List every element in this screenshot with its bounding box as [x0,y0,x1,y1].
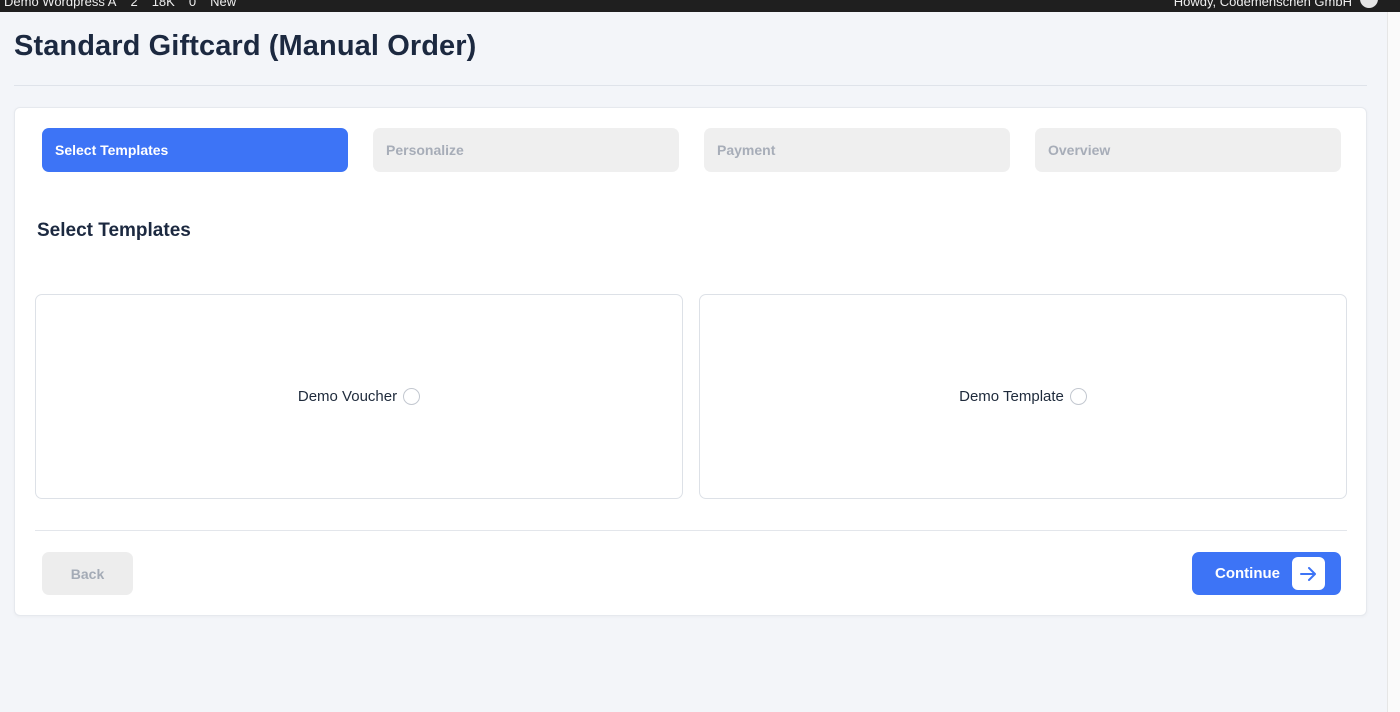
template-options: Demo Voucher Demo Template [35,294,1347,499]
step-overview[interactable]: Overview [1035,128,1341,172]
step-label: Select Templates [55,142,169,158]
template-card-demo-voucher[interactable]: Demo Voucher [35,294,683,499]
step-label: Overview [1048,142,1111,158]
section-title: Select Templates [37,220,191,241]
template-radio[interactable] [403,388,421,405]
order-wizard-card: Select Templates Personalize Payment Ove… [14,107,1367,616]
arrow-right-icon [1292,557,1325,590]
new-link[interactable]: New [210,0,236,8]
continue-button[interactable]: Continue [1192,552,1341,595]
title-divider [14,85,1367,86]
views-count[interactable]: 18K [152,0,175,8]
admin-bar: Demo Wordpress A 2 18K 0 New Howdy, Code… [0,0,1400,12]
footer-divider [35,530,1347,531]
template-card-demo-template[interactable]: Demo Template [699,294,1347,499]
wizard-steps: Select Templates Personalize Payment Ove… [42,128,1341,172]
step-select-templates[interactable]: Select Templates [42,128,348,172]
comments-count[interactable]: 2 [130,0,137,8]
user-greeting[interactable]: Howdy, Codemenschen GmbH [1174,0,1352,8]
template-name: Demo Voucher [297,388,398,405]
site-name-link[interactable]: Demo Wordpress A [4,0,116,8]
template-name: Demo Template [959,388,1064,405]
step-label: Payment [717,142,776,158]
continue-label: Continue [1215,565,1280,582]
updates-count[interactable]: 0 [189,0,196,8]
step-label: Personalize [386,142,464,158]
avatar[interactable] [1360,0,1378,8]
back-button[interactable]: Back [42,552,133,595]
step-personalize[interactable]: Personalize [373,128,679,172]
step-payment[interactable]: Payment [704,128,1010,172]
template-radio[interactable] [1069,388,1087,405]
page-title: Standard Giftcard (Manual Order) [14,30,477,62]
page-scrollbar[interactable] [1387,12,1400,712]
